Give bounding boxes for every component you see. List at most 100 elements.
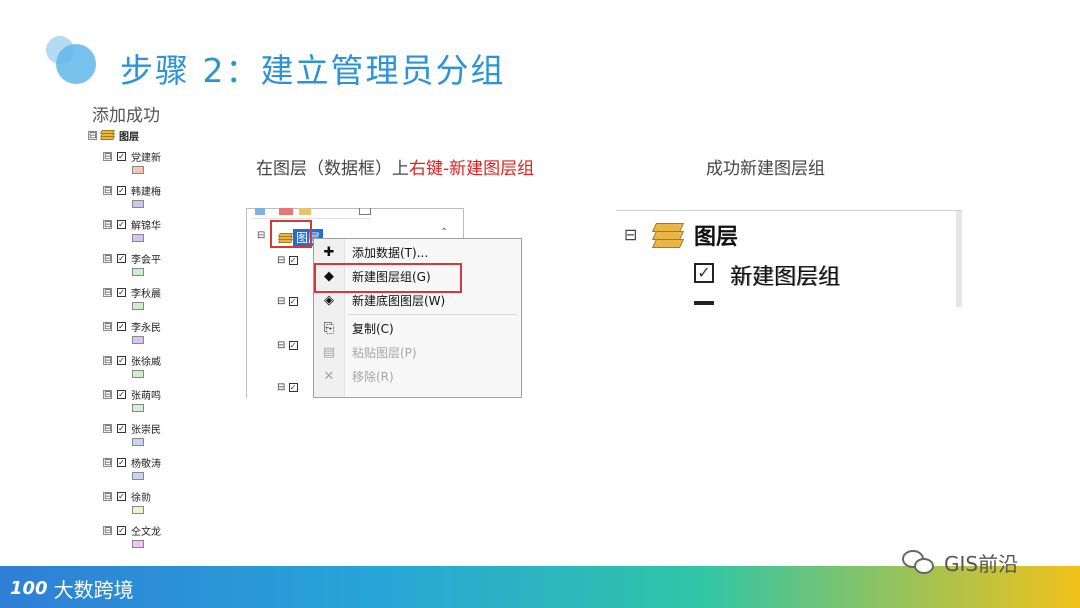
collapse-icon[interactable]: ⊟ — [103, 525, 112, 535]
menu-item[interactable]: ⎘ 复制(C) — [314, 317, 521, 339]
layer-symbol-swatch[interactable] — [132, 404, 144, 412]
checkbox[interactable]: ✓ — [117, 355, 126, 365]
copy-icon: ⎘ — [323, 320, 335, 336]
collapse-icon[interactable]: ⊟ — [103, 151, 112, 161]
checkbox[interactable]: ✓ — [117, 491, 126, 501]
brand-name: 大数跨境 — [53, 578, 134, 602]
tree-layer-row[interactable]: ⊟ ✓ 党建新 — [103, 149, 161, 164]
layers-icon — [651, 223, 685, 249]
collapse-icon[interactable]: ⊟ — [277, 255, 285, 266]
collapse-icon[interactable]: ⊟ — [277, 382, 285, 393]
new-group-layer-label[interactable]: 新建图层组 — [730, 259, 840, 291]
checkbox[interactable]: ✓ — [117, 423, 126, 433]
checkbox[interactable]: ✓ — [117, 287, 126, 297]
toolbar-icon[interactable] — [255, 208, 265, 215]
layer-symbol-swatch[interactable] — [132, 540, 144, 548]
layer-symbol-swatch[interactable] — [132, 166, 144, 174]
collapse-icon[interactable]: ⊟ — [103, 321, 112, 331]
collapse-icon[interactable]: ⊟ — [277, 296, 285, 307]
basemap-layer-icon: ◈ — [324, 292, 334, 308]
layer-name: 李永民 — [131, 322, 161, 334]
collapse-icon[interactable]: ⊟ — [88, 130, 97, 140]
checkbox[interactable]: ✓ — [117, 457, 126, 467]
toolbar-icon[interactable] — [279, 208, 293, 215]
tree-root-row[interactable]: ⊟ 图层 — [88, 128, 139, 143]
menu-item-label: 移除(R) — [352, 369, 394, 384]
menu-item[interactable]: ✕ 移除(R) — [314, 365, 521, 387]
brand-logo-icon: 100 — [10, 578, 48, 599]
layer-symbol-swatch[interactable] — [132, 234, 144, 242]
tree-layer-row[interactable]: ⊟ ✓ 解锦华 — [103, 217, 161, 232]
collapse-icon[interactable]: ⊟ — [103, 355, 112, 365]
checkbox[interactable]: ✓ — [288, 383, 298, 392]
layer-symbol-swatch[interactable] — [132, 506, 144, 514]
checkbox[interactable]: ✓ — [117, 219, 126, 229]
collapse-icon[interactable]: ⊟ — [103, 253, 112, 263]
menu-item-label: 添加数据(T)... — [352, 245, 429, 260]
caption-right-click-instruction: 在图层（数据框）上右键-新建图层组 — [256, 154, 534, 179]
menu-item[interactable]: ✚ 添加数据(T)... — [314, 241, 521, 263]
layer-symbol-swatch[interactable] — [132, 268, 144, 276]
tree-layer-row[interactable]: ⊟ ✓ 张崇民 — [103, 421, 161, 436]
menu-item-label: 新建底图图层(W) — [352, 293, 446, 308]
toolbar-icon[interactable] — [359, 208, 371, 215]
checkbox[interactable]: ✓ — [288, 297, 298, 306]
caption-prefix: 在图层（数据框）上 — [256, 159, 409, 179]
scroll-up-icon[interactable]: ⌃ — [440, 227, 448, 238]
collapse-icon[interactable]: ⊟ — [103, 423, 112, 433]
checkbox[interactable]: ✓ — [117, 321, 126, 331]
collapse-icon[interactable]: ⊟ — [103, 457, 112, 467]
checkbox[interactable]: ✓ — [117, 253, 126, 263]
wechat-watermark: GIS前沿 — [902, 548, 1018, 577]
checkbox[interactable]: ✓ — [117, 525, 126, 535]
collapse-icon[interactable]: ⊟ — [103, 389, 112, 399]
caption-success: 成功新建图层组 — [706, 159, 825, 179]
checkbox[interactable]: ✓ — [694, 263, 714, 283]
scrollbar[interactable] — [956, 211, 962, 307]
toc-row[interactable]: ⊟ ✓ — [277, 340, 298, 351]
toolbar-icon[interactable] — [299, 208, 311, 215]
collapse-icon[interactable]: ⊟ — [624, 225, 637, 244]
checkbox[interactable]: ✓ — [117, 151, 126, 161]
toc-row[interactable]: ⊟ ✓ — [277, 382, 298, 393]
tree-layer-row[interactable]: ⊟ ✓ 李会平 — [103, 251, 161, 266]
layer-symbol-swatch[interactable] — [132, 370, 144, 378]
collapse-icon[interactable]: ⊟ — [103, 219, 112, 229]
caption-highlight: 右键-新建图层组 — [409, 159, 535, 179]
selected-layer-highlight — [270, 220, 312, 248]
menu-item-label: 复制(C) — [352, 321, 394, 336]
tree-layer-row[interactable]: ⊟ ✓ 仝文龙 — [103, 523, 161, 538]
tree-layer-row[interactable]: ⊟ ✓ 韩建梅 — [103, 183, 161, 198]
layer-name: 徐勍 — [131, 492, 151, 504]
checkbox[interactable]: ✓ — [117, 185, 126, 195]
checkbox[interactable]: ✓ — [117, 389, 126, 399]
result-root-label: 图层 — [694, 225, 739, 250]
checkbox[interactable]: ✓ — [288, 256, 298, 265]
layer-name: 张崇民 — [131, 424, 161, 436]
collapse-icon[interactable]: ⊟ — [103, 185, 112, 195]
toc-row[interactable]: ⊟ ✓ — [277, 255, 298, 266]
checkbox[interactable]: ✓ — [288, 341, 298, 350]
collapse-icon[interactable]: ⊟ — [103, 287, 112, 297]
layer-name: 张徐威 — [131, 356, 161, 368]
layer-name: 李秋晨 — [131, 288, 161, 300]
wechat-account: GIS前沿 — [944, 552, 1019, 576]
collapse-icon[interactable]: ⊟ — [103, 491, 112, 501]
toc-row[interactable]: ⊟ ✓ — [277, 296, 298, 307]
layer-name: 党建新 — [131, 152, 161, 164]
layer-symbol-swatch[interactable] — [132, 336, 144, 344]
layer-symbol-swatch[interactable] — [132, 438, 144, 446]
tree-layer-row[interactable]: ⊟ ✓ 李永民 — [103, 319, 161, 334]
tree-layer-row[interactable]: ⊟ ✓ 李秋晨 — [103, 285, 161, 300]
tree-root-label: 图层 — [119, 131, 139, 143]
collapse-icon[interactable]: ⊟ — [277, 340, 285, 351]
tree-layer-row[interactable]: ⊟ ✓ 杨敬涛 — [103, 455, 161, 470]
tree-layer-row[interactable]: ⊟ ✓ 张徐威 — [103, 353, 161, 368]
tree-layer-row[interactable]: ⊟ ✓ 徐勍 — [103, 489, 151, 504]
tree-layer-row[interactable]: ⊟ ✓ 张萌鸣 — [103, 387, 161, 402]
layer-symbol-swatch[interactable] — [132, 200, 144, 208]
menu-item[interactable]: ▤ 粘贴图层(P) — [314, 341, 521, 363]
layer-symbol-swatch[interactable] — [132, 472, 144, 480]
layer-symbol-swatch[interactable] — [132, 302, 144, 310]
collapse-icon[interactable]: ⊟ — [257, 230, 265, 241]
